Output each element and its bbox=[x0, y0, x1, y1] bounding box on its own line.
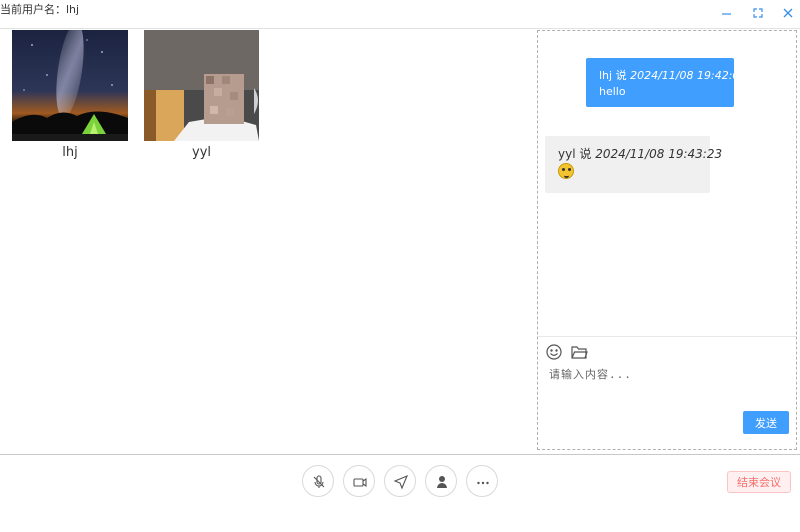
message-text: hello bbox=[599, 85, 626, 98]
user-icon bbox=[437, 476, 447, 488]
title-bar: 当前用户名：lhj bbox=[0, 0, 800, 29]
chat-message-other: yyl 说 2024/11/08 19:43:23 bbox=[545, 136, 722, 193]
chat-message-self: lhj 说 2024/11/08 19:42:02 hello bbox=[586, 58, 746, 107]
control-bar: 结束会议 bbox=[0, 454, 800, 532]
microphone-icon bbox=[313, 475, 325, 488]
message-timestamp: 2024/11/08 19:43:23 bbox=[595, 147, 723, 161]
more-icon bbox=[477, 481, 489, 485]
dizzy-face-emoji bbox=[558, 163, 574, 179]
chat-panel: lhj 说 2024/11/08 19:42:02 hello yyl 说 20… bbox=[537, 30, 797, 450]
message-sender: lhj bbox=[599, 69, 613, 82]
message-timestamp: 2024/11/08 19:42:02 bbox=[630, 69, 747, 82]
night-sky-video-frame bbox=[12, 30, 128, 141]
share-icon bbox=[393, 474, 409, 490]
microphone-button[interactable] bbox=[302, 465, 334, 497]
camera-icon bbox=[353, 477, 367, 488]
minimize-icon[interactable] bbox=[719, 5, 735, 21]
video-name-lhj: lhj bbox=[62, 145, 78, 160]
current-user-label: 当前用户名：lhj bbox=[0, 3, 80, 16]
message-meta: lhj 说 2024/11/08 19:42:02 bbox=[599, 67, 746, 83]
webcam-video-frame bbox=[144, 30, 259, 141]
message-meta: yyl 说 2024/11/08 19:43:23 bbox=[558, 145, 722, 162]
close-icon[interactable] bbox=[780, 5, 796, 21]
folder-icon[interactable] bbox=[570, 343, 588, 361]
participants-button[interactable] bbox=[425, 465, 457, 497]
video-tile-lhj[interactable] bbox=[12, 30, 128, 141]
maximize-icon[interactable] bbox=[750, 5, 766, 21]
camera-button[interactable] bbox=[343, 465, 375, 497]
send-button[interactable]: 发送 bbox=[743, 411, 789, 434]
share-button[interactable] bbox=[384, 465, 416, 497]
smile-icon[interactable] bbox=[545, 343, 563, 361]
video-name-yyl: yyl bbox=[192, 145, 211, 160]
message-verb: 说 bbox=[579, 147, 592, 161]
end-meeting-button[interactable]: 结束会议 bbox=[727, 471, 791, 493]
video-tile-yyl[interactable] bbox=[144, 30, 259, 141]
chat-message-input[interactable] bbox=[547, 364, 786, 408]
message-sender: yyl bbox=[558, 147, 576, 161]
message-verb: 说 bbox=[615, 69, 627, 82]
chat-input-area: 发送 bbox=[538, 336, 796, 450]
more-button[interactable] bbox=[466, 465, 498, 497]
